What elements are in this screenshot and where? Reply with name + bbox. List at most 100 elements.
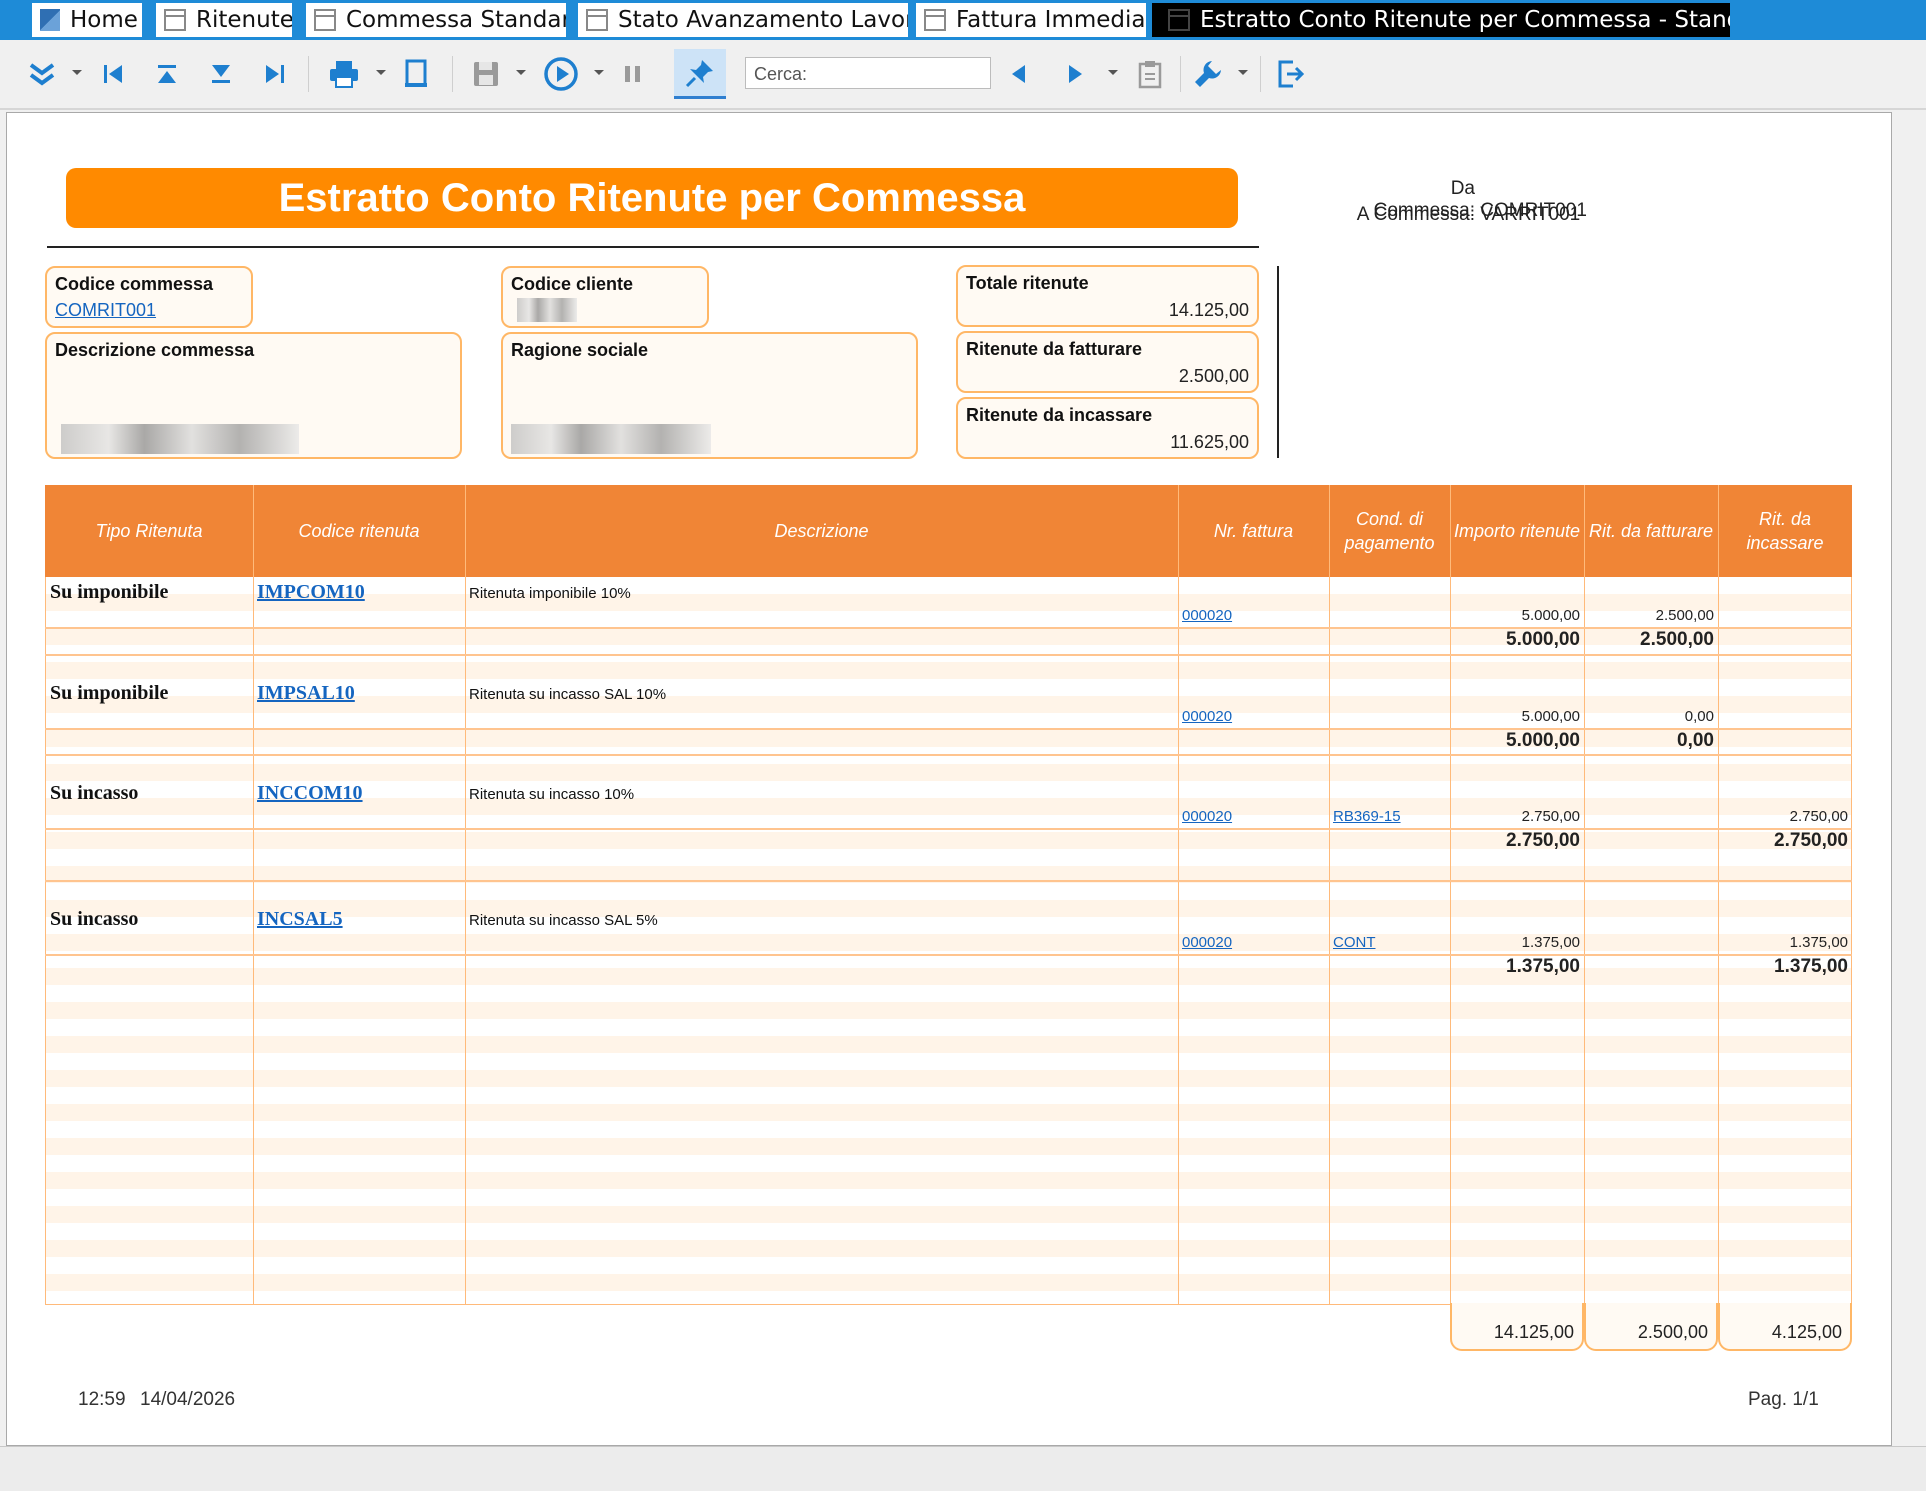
expand-dropdown[interactable] [72,68,82,78]
move-top-button[interactable] [150,52,184,96]
nr-fattura-link[interactable]: 000020 [1182,934,1232,951]
search-input[interactable]: Cerca: [745,57,991,89]
nr-fattura-link[interactable]: 000020 [1182,808,1232,825]
ritenute-table: Tipo Ritenuta Codice ritenuta Descrizion… [45,485,1852,1305]
next-icon [1069,65,1082,83]
tab-ritenute[interactable]: Ritenute [156,3,292,37]
tipo-ritenuta: Su incasso [50,782,139,804]
tab-stato-avanzamento-lavori[interactable]: Stato Avanzamento Lavori [578,3,908,37]
save-icon [474,62,498,86]
column-header-descrizione: Descrizione [774,520,869,541]
run-button[interactable] [540,52,582,96]
row-separator [45,754,1852,756]
descrizione-commessa-box: Descrizione commessa [45,332,462,459]
table-header: Tipo Ritenuta Codice ritenuta Descrizion… [45,485,1852,577]
report-icon [164,9,186,31]
descrizione-cell: Ritenuta su incasso SAL 5% [469,912,658,929]
codice-commessa-box: Codice commessa COMRIT001 [45,266,253,328]
codice-commessa-link[interactable]: COMRIT001 [55,300,156,321]
bottom-icon [212,65,230,83]
column-header-codice: Codice ritenuta [298,520,420,541]
cond-pagamento-link[interactable]: CONT [1333,934,1376,951]
subtotal-da-fatturare: 0,00 [1677,730,1714,751]
subtotal-importo: 1.375,00 [1506,956,1580,977]
tab-label: Stato Avanzamento Lavori [618,7,908,33]
exit-icon [1278,60,1305,88]
totale-ritenute-label: Totale ritenute [966,273,1089,293]
column-header-importo: Importo ritenute [1453,520,1581,541]
column-header-da-fatturare: Rit. da fatturare [1588,520,1714,541]
descrizione-commessa-label: Descrizione commessa [55,340,255,360]
da-incassare-cell: 1.375,00 [1789,934,1848,951]
ragione-sociale-box: Ragione sociale [501,332,918,459]
wrench-icon [1195,61,1221,87]
print-button[interactable] [324,52,364,96]
toolbar-separator [1260,56,1261,92]
save-dropdown[interactable] [516,68,526,78]
tipo-ritenuta: Su incasso [50,908,139,930]
save-button[interactable] [468,52,504,96]
print-preview-button[interactable] [398,52,434,96]
subtotal-da-fatturare: 2.500,00 [1640,629,1714,650]
tab-home[interactable]: Home [32,3,142,37]
prev-icon [1012,65,1025,83]
print-preview-icon [405,59,427,87]
ritenute-da-incassare-value: 11.625,00 [1170,432,1249,452]
column-header-nr-fattura: Nr. fattura [1213,520,1294,541]
codice-ritenuta-link[interactable]: INCSAL5 [257,908,343,931]
codice-ritenuta-link[interactable]: INCCOM10 [257,782,363,805]
subtotal-da-incassare: 2.750,00 [1774,830,1848,851]
first-record-button[interactable] [96,52,130,96]
report-icon [924,9,946,31]
subtotal-importo: 5.000,00 [1506,629,1580,650]
codice-ritenuta-link[interactable]: IMPCOM10 [257,581,365,604]
report-icon [314,9,336,31]
tab-label: Ritenute [196,7,292,33]
nr-fattura-link[interactable]: 000020 [1182,708,1232,725]
tab-bar: Home Ritenute Commessa Standard Stato Av… [0,0,1926,40]
total-importo: 14.125,00 [1450,1303,1584,1351]
importo-cell: 2.750,00 [1521,808,1580,825]
move-bottom-button[interactable] [204,52,238,96]
run-dropdown[interactable] [594,68,604,78]
importo-cell: 1.375,00 [1521,934,1580,951]
search-next-button[interactable] [1058,52,1092,96]
totale-ritenute-box: Totale ritenute 14.125,00 [956,265,1259,327]
ragione-sociale-label: Ragione sociale [511,340,649,360]
last-record-button[interactable] [258,52,292,96]
print-dropdown[interactable] [376,68,386,78]
totale-ritenute-value: 14.125,00 [1168,300,1249,320]
tab-fattura-immediata[interactable]: Fattura Immediata [916,3,1146,37]
expand-all-icon [29,63,55,86]
first-page-icon [104,65,122,83]
pause-button[interactable] [616,52,650,96]
nr-fattura-link[interactable]: 000020 [1182,607,1232,624]
descrizione-cell: Ritenuta su incasso 10% [469,786,635,803]
pin-icon [685,59,713,87]
codice-ritenuta-link[interactable]: IMPSAL10 [257,682,355,705]
report-title: Estratto Conto Ritenute per Commessa [66,168,1238,228]
clipboard-button[interactable] [1132,52,1168,96]
tipo-ritenuta: Su imponibile [50,581,169,603]
pin-button[interactable] [674,49,726,99]
tools-dropdown[interactable] [1238,68,1248,78]
importo-cell: 5.000,00 [1521,607,1580,624]
page-number: Pag. 1/1 [1748,1389,1819,1410]
home-icon [40,9,60,31]
search-dropdown[interactable] [1108,68,1118,78]
pause-icon [625,66,640,82]
search-prev-button[interactable] [1002,52,1036,96]
exit-button[interactable] [1270,52,1310,96]
codice-cliente-box: Codice cliente [501,266,709,328]
tab-commessa-standard[interactable]: Commessa Standard [306,3,566,37]
tools-button[interactable] [1188,52,1228,96]
column-line [1718,485,1719,1305]
tab-estratto-conto[interactable]: Estratto Conto Ritenute per Commessa - S… [1152,3,1730,37]
expand-all-button[interactable] [22,52,62,96]
print-date: 14/04/2026 [140,1389,236,1410]
cond-pagamento-link[interactable]: RB369-15 [1333,808,1401,825]
redacted-value [517,298,577,322]
redacted-value [61,424,299,454]
ritenute-da-fatturare-value: 2.500,00 [1178,366,1249,386]
toolbar-separator [1180,56,1181,92]
